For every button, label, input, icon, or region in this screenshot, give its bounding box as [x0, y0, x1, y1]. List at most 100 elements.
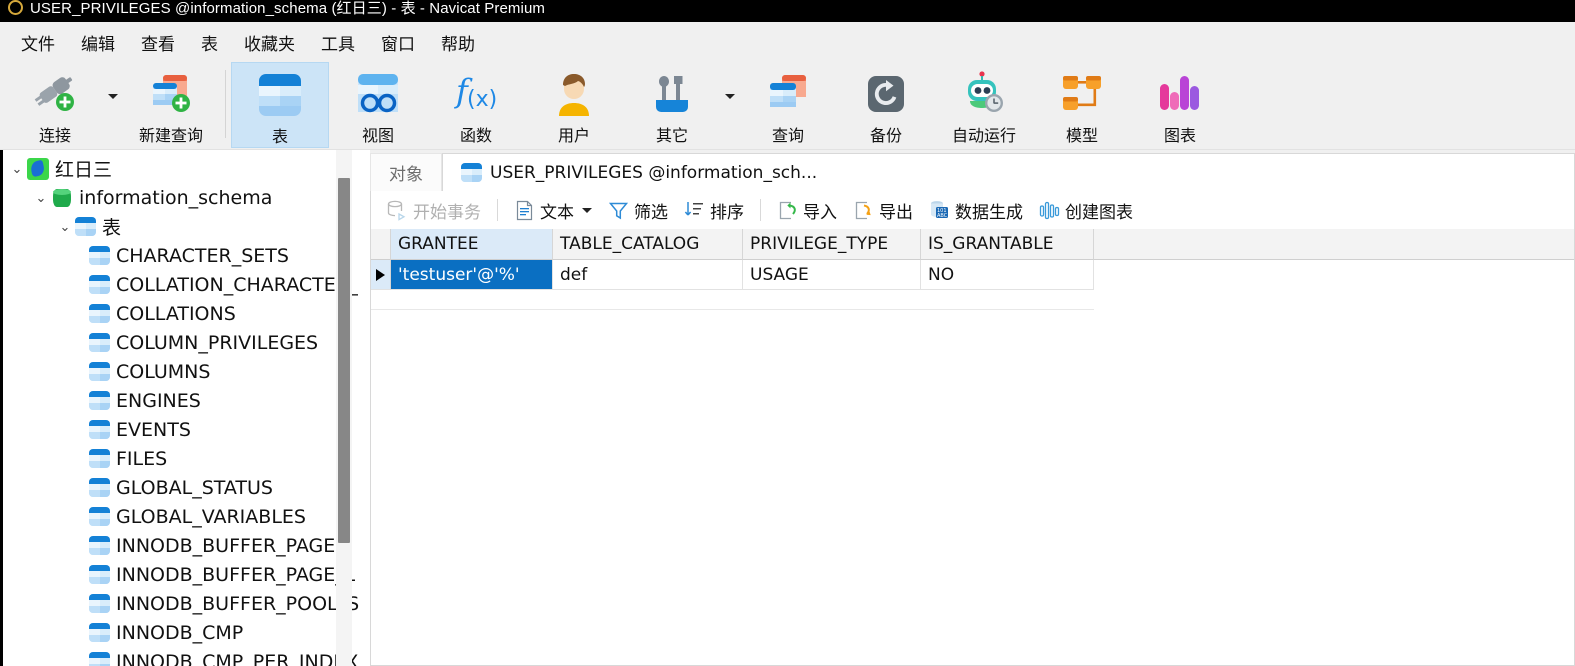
connection-dropdown-caret[interactable] [104, 62, 122, 148]
chevron-down-icon[interactable]: ⌄ [7, 162, 27, 175]
connection-plug-icon [31, 70, 79, 118]
navicat-window: USER_PRIVILEGES @information_schema (红日三… [0, 0, 1575, 666]
chevron-down-icon[interactable]: ⌄ [31, 191, 51, 204]
toolbar-function-button[interactable]: f (x) 函数 [427, 62, 525, 148]
toolbar-query-label: 查询 [771, 126, 804, 145]
menu-favorites[interactable]: 收藏夹 [231, 26, 308, 59]
sort-label: 排序 [710, 202, 744, 223]
sort-button[interactable]: 排序 [676, 195, 752, 226]
other-tools-icon [648, 70, 696, 118]
menu-bar: 文件 编辑 查看 表 收藏夹 工具 窗口 帮助 [0, 22, 1575, 62]
sidebar-scrollbar-thumb[interactable] [338, 178, 350, 543]
import-button[interactable]: 导入 [769, 195, 845, 226]
tree-item-table[interactable]: INNODB_CMP_PER_INDEX [3, 647, 370, 666]
table-row[interactable]: 'testuser'@'%' def USAGE NO [371, 260, 1574, 290]
sort-icon [684, 200, 705, 221]
chevron-down-icon[interactable]: ⌄ [55, 220, 75, 233]
tree-item-label: 表 [102, 217, 122, 239]
tree-item-table[interactable]: INNODB_BUFFER_PAGE [3, 531, 370, 560]
tab-user-privileges[interactable]: USER_PRIVILEGES @information_sch... [442, 153, 1575, 191]
toolbar-table-label: 表 [271, 127, 288, 146]
column-header-is-grantable[interactable]: IS_GRANTABLE [921, 229, 1094, 260]
toolbar-table-button[interactable]: 表 [231, 62, 329, 148]
menu-table[interactable]: 表 [188, 26, 231, 59]
menu-view[interactable]: 查看 [128, 26, 188, 59]
chevron-down-icon [108, 93, 118, 99]
cell-grantee[interactable]: 'testuser'@'%' [391, 260, 553, 290]
toolbar-new-query-label: 新建查询 [138, 126, 203, 145]
column-header-table-catalog[interactable]: TABLE_CATALOG [553, 229, 743, 260]
toolbar-connection-label: 连接 [38, 126, 71, 145]
column-header-privilege-type[interactable]: PRIVILEGE_TYPE [743, 229, 921, 260]
create-chart-button[interactable]: 创建图表 [1031, 195, 1141, 226]
toolbar-connection-button[interactable]: 连接 [6, 62, 104, 148]
tree-item-table[interactable]: GLOBAL_VARIABLES [3, 502, 370, 531]
toolbar-query-button[interactable]: 查询 [739, 62, 837, 148]
tree-item-table[interactable]: CHARACTER_SETS [3, 241, 370, 270]
toolbar-model-label: 模型 [1065, 126, 1098, 145]
filter-button[interactable]: 筛选 [600, 195, 676, 226]
cell-is-grantable[interactable]: NO [921, 260, 1094, 290]
toolbar-backup-button[interactable]: 备份 [837, 62, 935, 148]
table-folder-icon [75, 217, 96, 236]
toolbar-other-button[interactable]: 其它 [623, 62, 721, 148]
menu-window[interactable]: 窗口 [368, 26, 428, 59]
menu-file[interactable]: 文件 [8, 26, 68, 59]
menu-edit[interactable]: 编辑 [68, 26, 128, 59]
tree-item-label: COLLATION_CHARACTER_ [116, 273, 359, 296]
tree-item-table[interactable]: INNODB_CMP [3, 618, 370, 647]
export-button[interactable]: 导出 [845, 195, 921, 226]
tree-item-table[interactable]: ENGINES [3, 386, 370, 415]
user-person-icon [550, 70, 598, 118]
toolbar-model-button[interactable]: 模型 [1033, 62, 1131, 148]
toolbar-new-query-button[interactable]: 新建查询 [122, 62, 220, 148]
toolbar-chart-button[interactable]: 图表 [1131, 62, 1229, 148]
text-view-button[interactable]: 文本 [506, 195, 600, 226]
sidebar-scrollbar[interactable] [336, 150, 352, 666]
tree-item-table[interactable]: COLLATIONS [3, 299, 370, 328]
tree-item-label: INNODB_CMP_PER_INDEX [116, 650, 359, 666]
view-glasses-icon [354, 70, 402, 118]
text-document-icon [514, 200, 535, 221]
automation-robot-icon [960, 70, 1008, 118]
table-icon [89, 420, 110, 439]
other-dropdown-caret[interactable] [721, 62, 739, 148]
toolbar-view-button[interactable]: 视图 [329, 62, 427, 148]
tree-item-connection[interactable]: ⌄ 红日三 [3, 154, 370, 183]
toolbar-backup-label: 备份 [869, 126, 902, 145]
tree-item-label: EVENTS [116, 418, 191, 441]
tree-item-table[interactable]: COLLATION_CHARACTER_ [3, 270, 370, 299]
tree-item-label: CHARACTER_SETS [116, 244, 289, 267]
tree-item-table[interactable]: COLUMN_PRIVILEGES [3, 328, 370, 357]
chevron-down-icon[interactable] [582, 207, 592, 213]
cell-table-catalog[interactable]: def [553, 260, 743, 290]
grid-toolbar: 开始事务 文本 筛选 排序 导入 导出 101 ABC 数据生成 创建图表 [370, 191, 1575, 229]
chart-bars-icon [1156, 70, 1204, 118]
svg-text:ABC: ABC [937, 213, 948, 219]
tree-item-table[interactable]: INNODB_BUFFER_PAGE_L [3, 560, 370, 589]
begin-transaction-button[interactable]: 开始事务 [379, 195, 489, 226]
import-arrow-icon [777, 200, 798, 221]
filter-funnel-icon [608, 200, 629, 221]
table-icon [89, 623, 110, 642]
data-generation-label: 数据生成 [955, 202, 1023, 223]
menu-help[interactable]: 帮助 [428, 26, 488, 59]
tree-item-table[interactable]: GLOBAL_STATUS [3, 473, 370, 502]
tree-item-table[interactable]: COLUMNS [3, 357, 370, 386]
cell-privilege-type[interactable]: USAGE [743, 260, 921, 290]
text-view-label: 文本 [540, 202, 574, 223]
tree-item-table[interactable]: INNODB_BUFFER_POOL_S [3, 589, 370, 618]
data-generation-button[interactable]: 101 ABC 数据生成 [921, 195, 1031, 226]
menu-tools[interactable]: 工具 [308, 26, 368, 59]
tree-item-table[interactable]: EVENTS [3, 415, 370, 444]
toolbar-user-button[interactable]: 用户 [525, 62, 623, 148]
toolbar-separator [497, 199, 498, 221]
export-label: 导出 [879, 202, 913, 223]
table-icon [89, 536, 110, 555]
tab-objects[interactable]: 对象 [370, 153, 442, 191]
tree-item-database[interactable]: ⌄ information_schema [3, 183, 370, 212]
tree-item-table[interactable]: FILES [3, 444, 370, 473]
tree-item-tables-folder[interactable]: ⌄ 表 [3, 212, 370, 241]
column-header-grantee[interactable]: GRANTEE [391, 229, 553, 260]
toolbar-automation-button[interactable]: 自动运行 [935, 62, 1033, 148]
